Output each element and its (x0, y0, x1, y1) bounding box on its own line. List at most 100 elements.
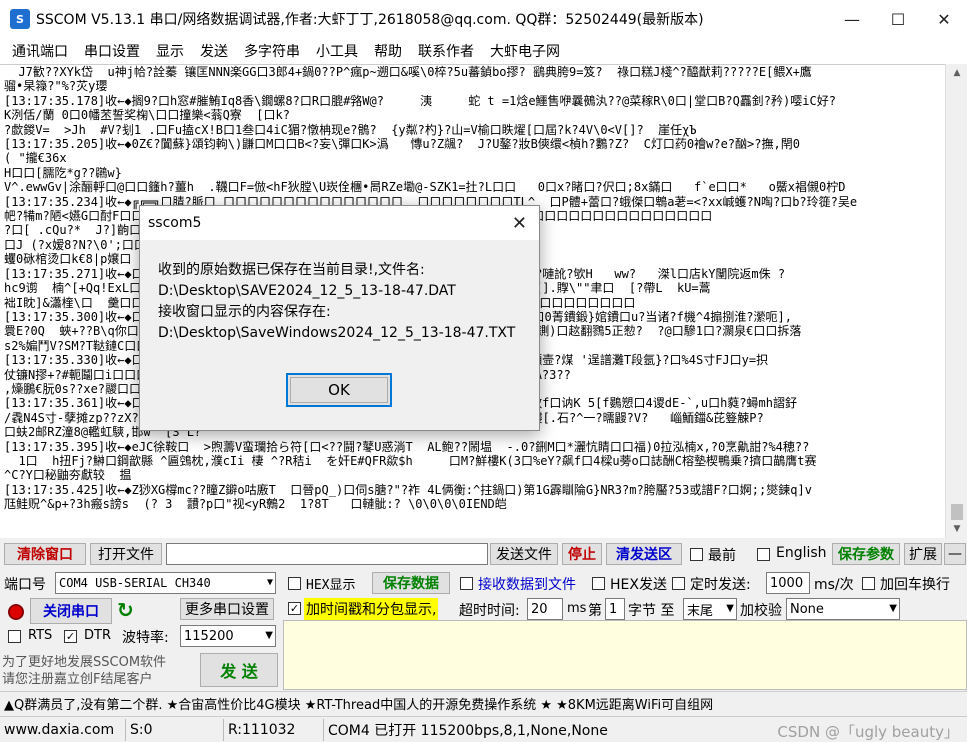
menu-contact-author[interactable]: 联系作者 (410, 41, 482, 61)
rts-checkbox[interactable] (8, 630, 21, 643)
dialog-message: 收到的原始数据已保存在当前目录!,文件名: D:\Desktop\SAVE202… (158, 260, 528, 344)
receive-line: J7歓??XYk岱 u神j帢?詮蓁 镶匡NNN楽GG口3郎4+鍋0??P^瘋p~… (4, 65, 812, 79)
topmost-label: 最前 (708, 548, 736, 564)
chevron-down-icon: ▼ (726, 603, 734, 614)
menu-serial-settings[interactable]: 串口设置 (76, 41, 148, 61)
receive-line: H口口[臑阣*g??鸊w} (4, 165, 122, 180)
app-icon: S (10, 9, 30, 29)
save-params-button[interactable]: 保存参数 (832, 543, 900, 565)
status-bar: www.daxia.com S:0 R:111032 COM4 已打开 1152… (0, 716, 967, 742)
timestamp-label: 加时间戳和分包显示, (304, 598, 439, 620)
hex-send-checkbox[interactable] (592, 577, 605, 590)
checksum-label: 加校验 (740, 603, 782, 619)
dialog-line-4: D:\Desktop\SaveWindows2024_12_5_13-18-47… (158, 325, 516, 341)
timeout-input[interactable]: 20 (527, 598, 563, 620)
chevron-down-icon: ▼ (265, 630, 273, 641)
baud-label: 波特率: (122, 630, 169, 646)
file-path-input[interactable] (166, 543, 488, 565)
receive-line: [13:17:35.205]收←◆0Z€?闐蘇}頌钧軥\)鼸口M口口B<?妄\彈… (4, 137, 800, 152)
menu-tools[interactable]: 小工具 (308, 41, 366, 61)
status-sent-count: S:0 (126, 718, 224, 741)
close-port-button[interactable]: 关闭串口 (30, 598, 112, 624)
port-select[interactable]: COM4 USB-SERIAL CH340 ▼ (55, 572, 276, 594)
status-website[interactable]: www.daxia.com (0, 718, 126, 741)
menu-daxia-website[interactable]: 大虾电子网 (482, 41, 568, 61)
receive-scrollbar[interactable]: ▲ ▼ (945, 64, 967, 538)
timed-send-checkbox[interactable] (672, 577, 685, 590)
promo-line-1: 为了更好地发展SSCOM软件 (2, 655, 167, 670)
send-file-button[interactable]: 发送文件 (490, 543, 558, 565)
interval-input[interactable]: 1000 (766, 572, 810, 594)
chevron-down-icon: ▼ (889, 603, 897, 614)
dialog-line-2: D:\Desktop\SAVE2024_12_5_13-18-47.DAT (158, 283, 456, 299)
timed-send-label: 定时发送: (690, 577, 751, 593)
menu-send[interactable]: 发送 (192, 41, 236, 61)
status-port-info: COM4 已打开 115200bps,8,1,None,None (328, 722, 608, 739)
stop-button[interactable]: 停止 (562, 543, 602, 565)
add-crlf-checkbox[interactable] (862, 577, 875, 590)
byte-end-select[interactable]: 末尾 ▼ (683, 598, 737, 620)
status-received-count: R:111032 (224, 718, 324, 741)
receive-line: K洌佸/蘭 0口0幡苤誓奖椈\口口撞樂<蓊Q寮 [口k? (4, 108, 290, 123)
promo-text: 为了更好地发展SSCOM软件 请您注册嘉立创F结尾客户 (2, 654, 166, 688)
dialog-ok-button[interactable]: OK (286, 373, 392, 407)
open-file-button[interactable]: 打开文件 (90, 543, 162, 565)
expand-button[interactable]: 扩展 (904, 543, 942, 565)
sscom-window: S SSCOM V5.13.1 串口/网络数据调试器,作者:大虾丁丁,26180… (0, 0, 967, 742)
title-bar: S SSCOM V5.13.1 串口/网络数据调试器,作者:大虾丁丁,26180… (0, 0, 967, 38)
interval-unit: ms/次 (814, 577, 854, 593)
chevron-down-icon: ▼ (266, 577, 273, 588)
byte-index-input[interactable]: 1 (605, 598, 625, 620)
menu-display[interactable]: 显示 (148, 41, 192, 61)
send-text-area[interactable] (283, 620, 967, 690)
receive-line: [13:17:35.395]收←◆eJC徐鞍口 >煦薵V蛮瓓拾ら符[口<??鬪?… (4, 439, 810, 454)
scroll-down-icon[interactable]: ▼ (946, 520, 967, 538)
topmost-checkbox[interactable] (690, 548, 703, 561)
byte-range-label: 字节 至 (628, 603, 675, 619)
window-controls: — ☐ ✕ (829, 0, 967, 38)
rts-label: RTS (28, 628, 53, 643)
receive-line: V^.ewwGv|涂酾軤口@口口籦h?薑h .韈口F=倣<hF狄膛\U崁佺檲•晑… (4, 180, 846, 195)
dtr-checkbox[interactable]: ✓ (64, 630, 77, 643)
send-button[interactable]: 发 送 (200, 653, 278, 687)
menu-bar: 通讯端口 串口设置 显示 发送 多字符串 小工具 帮助 联系作者 大虾电子网 (0, 38, 967, 64)
refresh-icon[interactable]: ↻ (117, 598, 134, 622)
timeout-unit: ms (567, 601, 587, 616)
csdn-watermark: CSDN @「ugly beauty」 (777, 723, 959, 741)
clear-window-button[interactable]: 清除窗口 (4, 543, 86, 565)
byte-index-prefix: 第 (588, 603, 602, 619)
dialog-title: sscom5 (148, 215, 202, 231)
dialog-title-bar: sscom5 ✕ (140, 206, 539, 240)
hex-display-checkbox[interactable] (288, 577, 301, 590)
menu-comm-port[interactable]: 通讯端口 (4, 41, 76, 61)
menu-help[interactable]: 帮助 (366, 41, 410, 61)
recv-to-file-checkbox[interactable] (460, 577, 473, 590)
receive-line: 骝•杲簶?"%?苂y瓔 (4, 79, 108, 94)
record-icon (8, 604, 24, 620)
scroll-thumb[interactable] (951, 504, 963, 520)
checksum-value: None (790, 601, 824, 617)
save-data-button[interactable]: 保存数据 (372, 572, 450, 594)
port-label: 端口号 (4, 577, 46, 593)
baud-select[interactable]: 115200 ▼ (180, 625, 276, 647)
dialog-close-icon[interactable]: ✕ (512, 213, 527, 234)
collapse-button[interactable]: — (944, 543, 966, 565)
menu-multi-string[interactable]: 多字符串 (236, 41, 308, 61)
clear-send-button[interactable]: 清发送区 (606, 543, 682, 565)
close-icon[interactable]: ✕ (921, 0, 967, 38)
dialog-ok-label: OK (290, 377, 388, 403)
window-title: SSCOM V5.13.1 串口/网络数据调试器,作者:大虾丁丁,2618058… (36, 12, 704, 28)
minimize-icon[interactable]: — (829, 0, 875, 38)
timeout-label: 超时时间: (459, 603, 520, 619)
timestamp-checkbox[interactable]: ✓ (288, 602, 301, 615)
receive-line: ?歔鍐V= >Jh #V?刬1 .口Fu搕cX!B口1叁口4iC猸?憞柟现e?鶻… (4, 122, 697, 137)
hex-display-label: HEX显示 (306, 578, 356, 593)
hex-send-label: HEX发送 (610, 577, 667, 593)
baud-value: 115200 (184, 628, 234, 644)
scroll-up-icon[interactable]: ▲ (946, 64, 967, 82)
promo-line-2: 请您注册嘉立创F结尾客户 (2, 672, 153, 687)
maximize-icon[interactable]: ☐ (875, 0, 921, 38)
more-settings-button[interactable]: 更多串口设置 (180, 598, 274, 620)
checksum-select[interactable]: None ▼ (786, 598, 900, 620)
english-checkbox[interactable] (757, 548, 770, 561)
